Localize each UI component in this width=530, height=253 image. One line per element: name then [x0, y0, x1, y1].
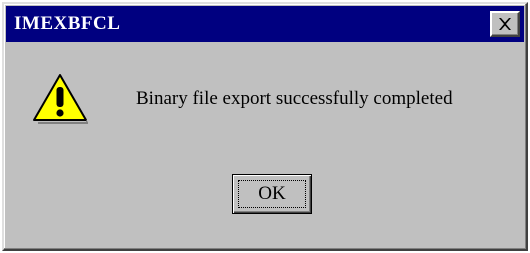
title-bar[interactable]: IMEXBFCL	[6, 6, 524, 42]
warning-icon	[32, 72, 88, 124]
close-button[interactable]	[490, 11, 520, 37]
ok-button-label: OK	[258, 183, 286, 204]
window-title: IMEXBFCL	[14, 13, 121, 34]
dialog-message: Binary file export successfully complete…	[136, 88, 453, 109]
message-dialog: IMEXBFCL Binary file export successfully…	[2, 2, 528, 251]
ok-button[interactable]: OK	[232, 174, 312, 214]
close-icon	[498, 18, 512, 30]
